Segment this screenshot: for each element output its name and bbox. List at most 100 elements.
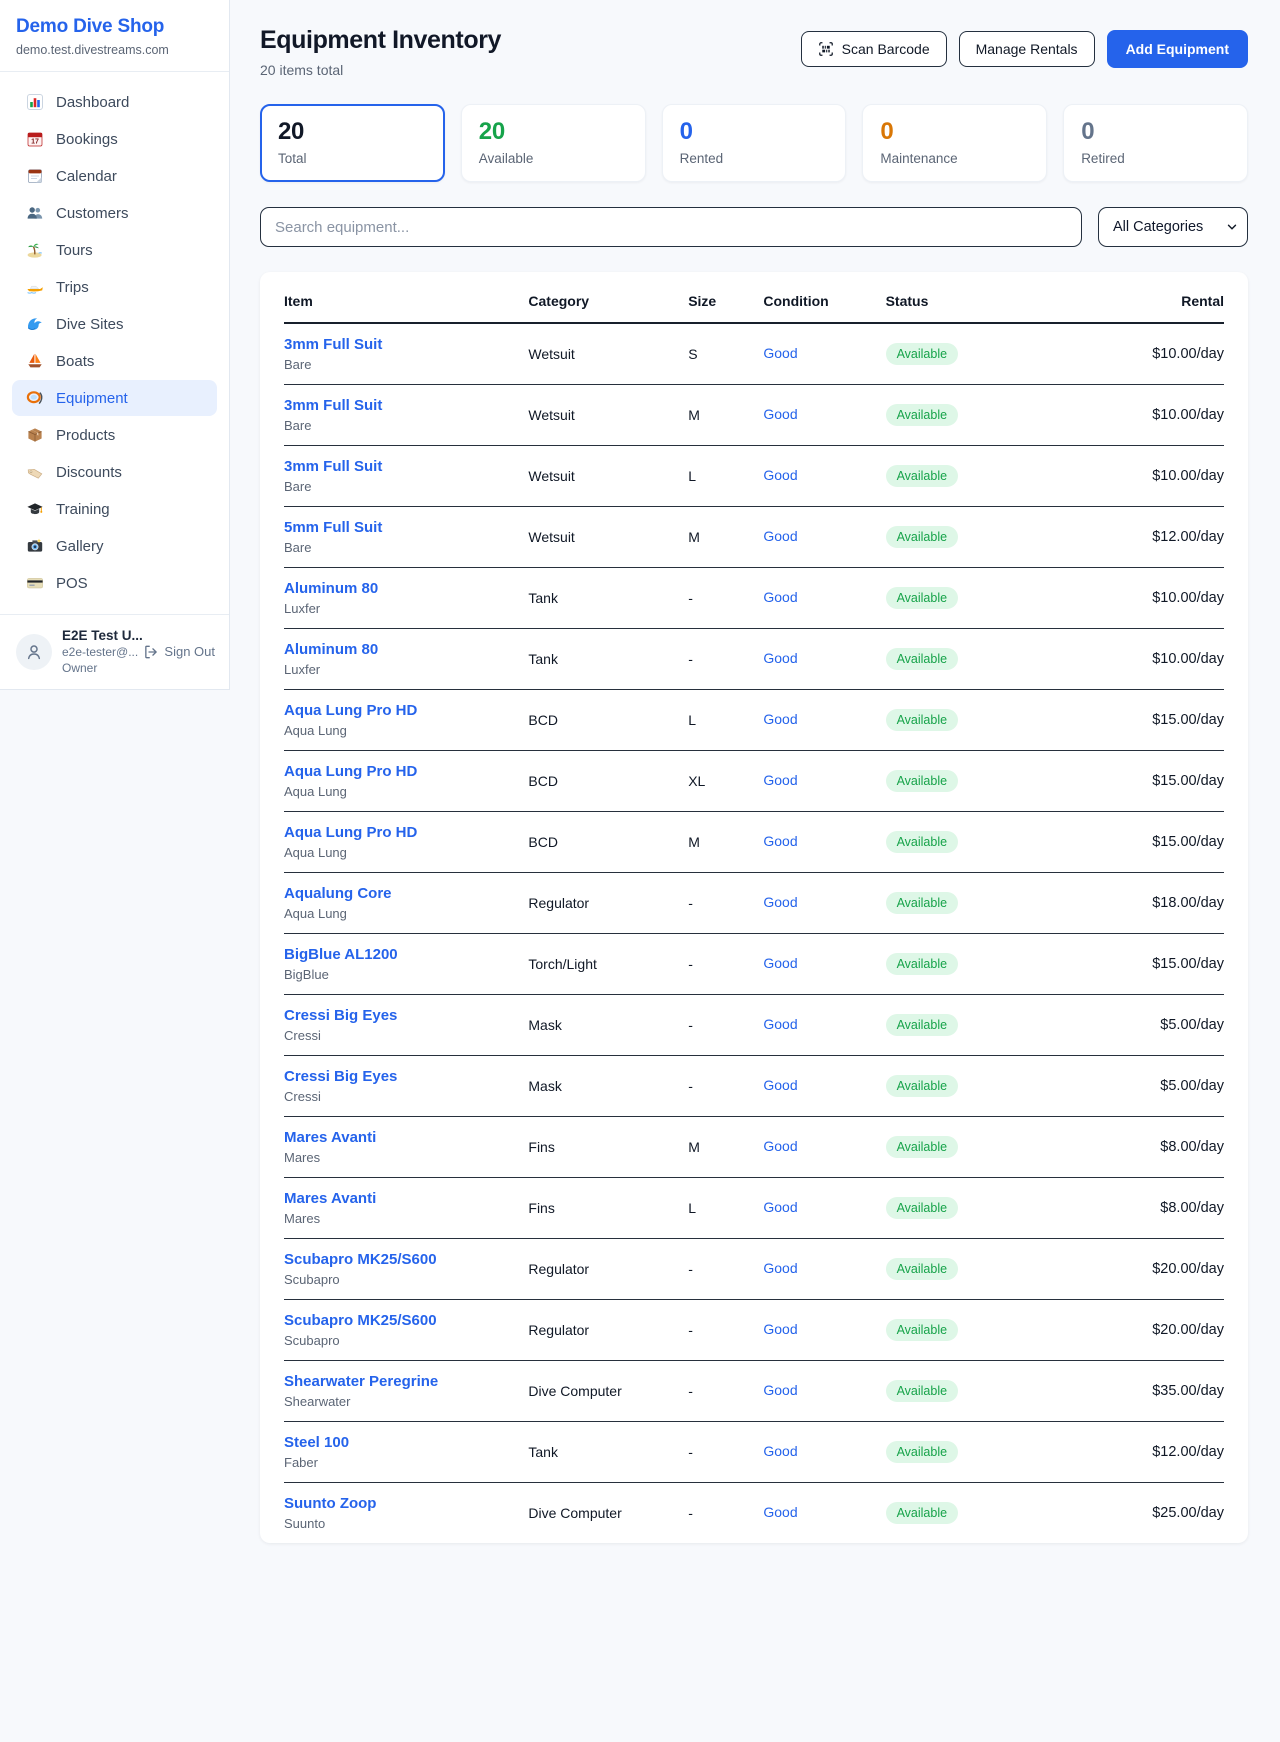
item-category: Regulator: [528, 1239, 688, 1300]
item-name-link[interactable]: Aqualung Core: [284, 885, 392, 902]
scan-barcode-button[interactable]: Scan Barcode: [801, 31, 947, 67]
item-condition-link[interactable]: Good: [763, 955, 797, 971]
sidebar-item-dashboard[interactable]: Dashboard: [12, 84, 217, 120]
item-name-link[interactable]: Aqua Lung Pro HD: [284, 763, 417, 780]
table-row: BigBlue AL1200 BigBlue Torch/Light - Goo…: [284, 934, 1224, 995]
item-name-link[interactable]: Shearwater Peregrine: [284, 1373, 438, 1390]
item-size: S: [688, 323, 763, 385]
sidebar-item-customers[interactable]: Customers: [12, 195, 217, 231]
item-name-link[interactable]: Mares Avanti: [284, 1190, 376, 1207]
item-condition-link[interactable]: Good: [763, 1504, 797, 1520]
item-size: L: [688, 446, 763, 507]
item-condition-link[interactable]: Good: [763, 650, 797, 666]
item-name-link[interactable]: Aqua Lung Pro HD: [284, 702, 417, 719]
item-rental-rate: $35.00/day: [1083, 1361, 1224, 1422]
sidebar-item-gallery[interactable]: Gallery: [12, 528, 217, 564]
item-rental-rate: $5.00/day: [1083, 995, 1224, 1056]
status-badge: Available: [886, 1502, 959, 1524]
tag-icon: [26, 463, 44, 481]
add-equipment-button[interactable]: Add Equipment: [1107, 30, 1248, 68]
item-name-link[interactable]: Cressi Big Eyes: [284, 1007, 397, 1024]
item-name-link[interactable]: Scubapro MK25/S600: [284, 1312, 437, 1329]
item-name-link[interactable]: Cressi Big Eyes: [284, 1068, 397, 1085]
item-condition-link[interactable]: Good: [763, 1077, 797, 1093]
sidebar-item-discounts[interactable]: Discounts: [12, 454, 217, 490]
column-header-item: Item: [284, 274, 528, 323]
item-condition-link[interactable]: Good: [763, 406, 797, 422]
item-name-link[interactable]: 3mm Full Suit: [284, 397, 382, 414]
item-name-link[interactable]: 3mm Full Suit: [284, 336, 382, 353]
item-condition-link[interactable]: Good: [763, 1199, 797, 1215]
sidebar-item-label: Dashboard: [56, 94, 129, 111]
table-row: 3mm Full Suit Bare Wetsuit S Good Availa…: [284, 323, 1224, 385]
table-row: Scubapro MK25/S600 Scubapro Regulator - …: [284, 1239, 1224, 1300]
item-condition-link[interactable]: Good: [763, 711, 797, 727]
status-badge: Available: [886, 1380, 959, 1402]
item-condition-link[interactable]: Good: [763, 1138, 797, 1154]
stat-card-total[interactable]: 20 Total: [260, 104, 445, 182]
item-size: -: [688, 1300, 763, 1361]
item-condition-link[interactable]: Good: [763, 1016, 797, 1032]
item-condition-link[interactable]: Good: [763, 467, 797, 483]
item-condition-link[interactable]: Good: [763, 345, 797, 361]
item-name-link[interactable]: Steel 100: [284, 1434, 349, 1451]
item-brand: Bare: [284, 418, 528, 433]
brand: Demo Dive Shop demo.test.divestreams.com: [0, 0, 229, 72]
item-size: M: [688, 1117, 763, 1178]
item-condition-link[interactable]: Good: [763, 894, 797, 910]
item-condition-link[interactable]: Good: [763, 833, 797, 849]
stat-label: Retired: [1081, 151, 1230, 166]
table-row: Aqua Lung Pro HD Aqua Lung BCD M Good Av…: [284, 812, 1224, 873]
item-name-link[interactable]: Aluminum 80: [284, 580, 378, 597]
sidebar-item-products[interactable]: Products: [12, 417, 217, 453]
sidebar-item-tours[interactable]: Tours: [12, 232, 217, 268]
item-condition-link[interactable]: Good: [763, 1382, 797, 1398]
item-condition-link[interactable]: Good: [763, 589, 797, 605]
item-category: Regulator: [528, 873, 688, 934]
credit-card-icon: [26, 574, 44, 592]
sidebar-item-trips[interactable]: Trips: [12, 269, 217, 305]
item-name-link[interactable]: Mares Avanti: [284, 1129, 376, 1146]
sidebar-item-training[interactable]: Training: [12, 491, 217, 527]
item-brand: Aqua Lung: [284, 784, 528, 799]
stat-card-retired[interactable]: 0 Retired: [1063, 104, 1248, 182]
item-rental-rate: $20.00/day: [1083, 1239, 1224, 1300]
header-actions: Scan Barcode Manage Rentals Add Equipmen…: [801, 30, 1248, 68]
item-condition-link[interactable]: Good: [763, 772, 797, 788]
sign-out-button[interactable]: Sign Out: [143, 644, 215, 660]
sidebar-item-equipment[interactable]: Equipment: [12, 380, 217, 416]
sidebar-item-bookings[interactable]: 17 Bookings: [12, 121, 217, 157]
item-rental-rate: $8.00/day: [1083, 1178, 1224, 1239]
item-name-link[interactable]: Aluminum 80: [284, 641, 378, 658]
sidebar-item-pos[interactable]: POS: [12, 565, 217, 601]
item-brand: Cressi: [284, 1089, 528, 1104]
sidebar-item-dive-sites[interactable]: Dive Sites: [12, 306, 217, 342]
item-name-link[interactable]: 5mm Full Suit: [284, 519, 382, 536]
item-size: -: [688, 1361, 763, 1422]
item-rental-rate: $10.00/day: [1083, 385, 1224, 446]
item-condition-link[interactable]: Good: [763, 1321, 797, 1337]
sidebar-item-label: Calendar: [56, 168, 117, 185]
item-name-link[interactable]: 3mm Full Suit: [284, 458, 382, 475]
category-filter[interactable]: All Categories: [1098, 207, 1248, 247]
stat-card-rented[interactable]: 0 Rented: [662, 104, 847, 182]
item-condition-link[interactable]: Good: [763, 528, 797, 544]
stat-card-available[interactable]: 20 Available: [461, 104, 646, 182]
item-condition-link[interactable]: Good: [763, 1443, 797, 1459]
table-row: Steel 100 Faber Tank - Good Available $1…: [284, 1422, 1224, 1483]
page-title: Equipment Inventory: [260, 26, 501, 55]
search-input[interactable]: [260, 207, 1082, 247]
sidebar-item-boats[interactable]: Boats: [12, 343, 217, 379]
stat-card-maintenance[interactable]: 0 Maintenance: [862, 104, 1047, 182]
item-name-link[interactable]: Scubapro MK25/S600: [284, 1251, 437, 1268]
stat-value: 0: [1081, 118, 1230, 146]
status-badge: Available: [886, 1441, 959, 1463]
item-name-link[interactable]: BigBlue AL1200: [284, 946, 398, 963]
item-condition-link[interactable]: Good: [763, 1260, 797, 1276]
manage-rentals-button[interactable]: Manage Rentals: [959, 31, 1095, 67]
item-name-link[interactable]: Suunto Zoop: [284, 1495, 376, 1512]
item-size: -: [688, 1483, 763, 1544]
user-meta: E2E Test U... e2e-tester@... Owner: [62, 628, 133, 675]
sidebar-item-calendar[interactable]: Calendar: [12, 158, 217, 194]
item-name-link[interactable]: Aqua Lung Pro HD: [284, 824, 417, 841]
